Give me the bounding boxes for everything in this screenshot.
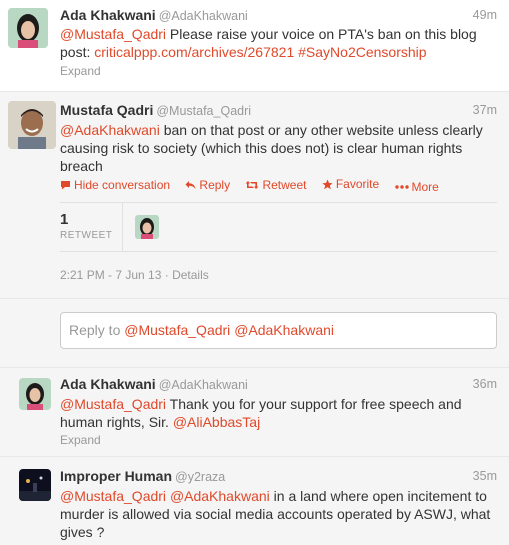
avatar[interactable]: [8, 101, 56, 149]
tweet-stats: 1 RETWEET: [60, 202, 497, 252]
favorite-button[interactable]: Favorite: [322, 177, 379, 191]
tweet-ada-2[interactable]: Ada Khakwani @AdaKhakwani 36m @Mustafa_Qa…: [0, 367, 509, 457]
retweet-button[interactable]: Retweet: [245, 178, 306, 192]
retweet-icon: [245, 180, 259, 189]
url-link[interactable]: criticalppp.com/archives/267821: [94, 44, 294, 60]
reply-input[interactable]: Reply to @Mustafa_Qadri @AdaKhakwani: [60, 312, 497, 349]
reply-area: Reply to @Mustafa_Qadri @AdaKhakwani: [0, 299, 509, 367]
tweet-mustafa-expanded[interactable]: Mustafa Qadri @Mustafa_Qadri 37m @AdaKhak…: [0, 92, 509, 299]
avatar[interactable]: [19, 378, 51, 410]
tweet-timestamp[interactable]: 49m: [473, 8, 497, 22]
avatar[interactable]: [8, 8, 48, 48]
author-name[interactable]: Mustafa Qadri: [60, 102, 153, 118]
author-name[interactable]: Improper Human: [60, 468, 172, 484]
expand-link[interactable]: Expand: [60, 433, 101, 447]
reply-arrow-icon: [185, 180, 196, 189]
hashtag-link[interactable]: #SayNo2Censorship: [298, 44, 426, 60]
tweet-actions: Hide conversation Reply Retweet Favorite…: [60, 177, 451, 194]
tweet-timestamp[interactable]: 35m: [473, 469, 497, 483]
author-name[interactable]: Ada Khakwani: [60, 376, 156, 392]
more-dots-icon: [394, 184, 409, 189]
hide-conversation-button[interactable]: Hide conversation: [60, 178, 170, 192]
mention-link[interactable]: @Mustafa_Qadri: [60, 396, 166, 412]
speech-bubble-icon: [61, 180, 70, 189]
mention-link[interactable]: @Mustafa_Qadri: [60, 488, 166, 504]
tweet-text: @Mustafa_Qadri @AdaKhakwani in a land wh…: [60, 488, 491, 540]
author-handle[interactable]: @Mustafa_Qadri: [156, 104, 251, 118]
tweet-improper-human[interactable]: Improper Human @y2raza 35m @Mustafa_Qadri…: [0, 457, 509, 545]
divider: [122, 203, 123, 251]
details-link[interactable]: Details: [172, 268, 209, 282]
retweet-count[interactable]: 1: [60, 211, 68, 228]
tweet-timestamp[interactable]: 36m: [473, 377, 497, 391]
avatar[interactable]: [19, 469, 51, 501]
tweet-text: @Mustafa_Qadri Please raise your voice o…: [60, 26, 477, 60]
author-handle[interactable]: @AdaKhakwani: [159, 9, 248, 23]
author-handle[interactable]: @AdaKhakwani: [159, 378, 248, 392]
tweet-datetime: 2:21 PM - 7 Jun 13 · Details: [60, 268, 209, 282]
more-button[interactable]: More: [394, 180, 439, 194]
author-handle[interactable]: @y2raza: [175, 470, 225, 484]
star-icon: [322, 179, 333, 189]
mention-link[interactable]: @AdaKhakwani: [170, 488, 270, 504]
tweet-text: @Mustafa_Qadri Thank you for your suppor…: [60, 396, 462, 430]
tweet-ada-1[interactable]: Ada Khakwani @AdaKhakwani 49m @Mustafa_Qa…: [0, 0, 509, 92]
tweet-text: @AdaKhakwani ban on that post or any oth…: [60, 122, 483, 174]
mention-link[interactable]: @Mustafa_Qadri: [60, 26, 166, 42]
retweeter-avatar[interactable]: [135, 215, 159, 239]
expand-link[interactable]: Expand: [60, 64, 101, 78]
mention-link[interactable]: @AliAbbasTaj: [173, 414, 260, 430]
tweet-timestamp[interactable]: 37m: [473, 103, 497, 117]
author-name[interactable]: Ada Khakwani: [60, 7, 156, 23]
reply-button[interactable]: Reply: [185, 178, 230, 192]
retweet-label: RETWEET: [60, 230, 113, 241]
mention-link[interactable]: @AdaKhakwani: [60, 122, 160, 138]
